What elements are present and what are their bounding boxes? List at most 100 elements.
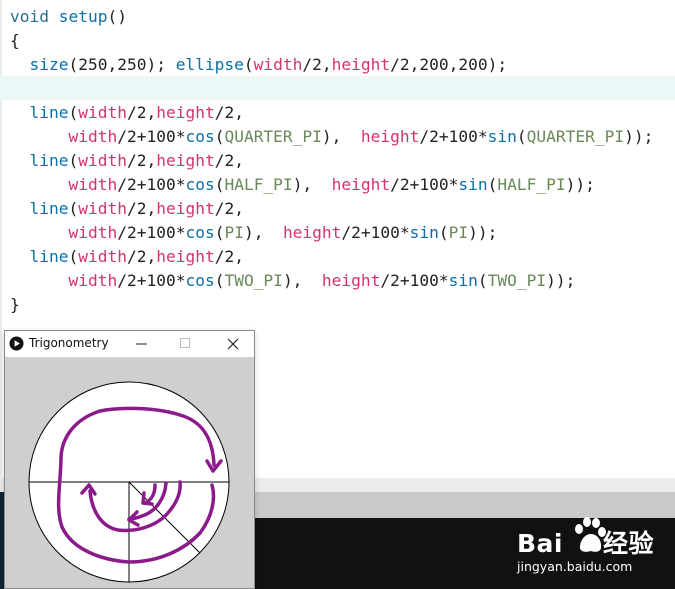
code-line[interactable]: width/2+100*cos(TWO_PI), height/2+100*si…: [10, 269, 653, 293]
maximize-button[interactable]: [168, 333, 202, 354]
code-token: ));: [546, 271, 576, 290]
code-token: ),: [292, 175, 332, 194]
code-line[interactable]: line(width/2,height/2,: [10, 101, 653, 125]
code-token: /2,: [126, 103, 157, 122]
code-token: /2,: [302, 55, 332, 74]
code-line[interactable]: line(width/2,height/2,: [10, 149, 653, 173]
code-line[interactable]: line(width/2,height/2,: [10, 245, 653, 269]
code-token: (: [214, 127, 225, 146]
window-title: Trigonometry: [29, 336, 109, 350]
code-token: /2+100*: [117, 223, 186, 242]
code-token: /2,: [214, 199, 244, 218]
code-token: setup: [58, 7, 108, 26]
code-token: ));: [565, 175, 595, 194]
code-token: (: [516, 127, 527, 146]
code-line[interactable]: }: [10, 293, 653, 317]
code-token: HALF_PI: [497, 175, 566, 194]
code-token: (: [214, 175, 225, 194]
code-token: ),: [243, 223, 283, 242]
code-token: {: [10, 31, 20, 50]
code-line[interactable]: width/2+100*cos(HALF_PI), height/2+100*s…: [10, 173, 653, 197]
code-token: width: [68, 175, 118, 194]
code-token: /2+100*: [341, 223, 410, 242]
code-token: /2,200,200);: [390, 55, 508, 74]
code-token: width: [78, 103, 127, 122]
code-token: QUARTER_PI: [224, 127, 322, 146]
code-line[interactable]: size(250,250); ellipse(width/2,height/2,…: [10, 53, 653, 77]
code-token: (: [68, 247, 79, 266]
code-token: width: [68, 271, 118, 290]
code-token: /2+100*: [117, 127, 186, 146]
code-token: ellipse: [175, 55, 244, 74]
minimize-button[interactable]: [125, 333, 159, 354]
code-token: /2,: [214, 151, 244, 170]
code-token: (250,250);: [68, 55, 176, 74]
baidu-jingyan-watermark: Bai 经验 jingyan.baidu.com: [515, 513, 675, 585]
code-token: sin: [448, 271, 478, 290]
code-token: height: [321, 271, 381, 290]
code-line[interactable]: width/2+100*cos(QUARTER_PI), height/2+10…: [10, 125, 653, 149]
code-token: /2+100*: [419, 127, 488, 146]
close-icon: [227, 338, 239, 350]
code-token: (: [487, 175, 498, 194]
code-token: (: [68, 199, 79, 218]
close-button[interactable]: [213, 333, 247, 354]
code-token: PI: [224, 223, 244, 242]
code-token: (: [477, 271, 488, 290]
code-token: cos: [185, 223, 215, 242]
code-token: /2,: [214, 247, 244, 266]
code-token: TWO_PI: [224, 271, 283, 290]
code-token: ),: [321, 127, 361, 146]
code-token: cos: [185, 127, 215, 146]
window-titlebar[interactable]: Trigonometry: [5, 331, 254, 356]
code-token: /2,: [126, 247, 157, 266]
code-token: width: [78, 151, 127, 170]
code-token: width: [78, 247, 127, 266]
code-token: void: [10, 7, 59, 26]
code-token: (: [438, 223, 449, 242]
code-token: width: [68, 223, 118, 242]
code-token: ));: [468, 223, 498, 242]
code-token: (: [68, 151, 79, 170]
code-token: ),: [282, 271, 322, 290]
sketch-drawing: [28, 381, 230, 583]
code-token: height: [156, 199, 215, 218]
code-text[interactable]: void setup(){ size(250,250); ellipse(wid…: [10, 5, 653, 317]
code-token: (): [107, 7, 127, 26]
code-line[interactable]: [10, 77, 653, 101]
code-token: size: [29, 55, 69, 74]
code-line[interactable]: {: [10, 29, 653, 53]
code-token: /2+100*: [117, 271, 186, 290]
code-token: line: [29, 151, 69, 170]
code-token: /2,: [126, 199, 157, 218]
sketch-canvas[interactable]: [5, 357, 254, 588]
code-token: line: [29, 247, 69, 266]
maximize-icon: [180, 338, 190, 348]
code-token: (: [243, 55, 254, 74]
code-token: /2+100*: [390, 175, 459, 194]
code-line[interactable]: line(width/2,height/2,: [10, 197, 653, 221]
code-token: line: [29, 103, 69, 122]
sketch-window[interactable]: Trigonometry: [4, 330, 255, 589]
watermark-brand: Bai 经验: [517, 524, 654, 560]
code-line[interactable]: width/2+100*cos(PI), height/2+100*sin(PI…: [10, 221, 653, 245]
editor-gutter: [0, 0, 2, 478]
code-token: sin: [409, 223, 439, 242]
code-token: cos: [185, 175, 215, 194]
watermark-brand-left: Bai: [517, 529, 563, 558]
code-token: ));: [624, 127, 654, 146]
code-token: (: [68, 103, 79, 122]
code-token: height: [156, 103, 215, 122]
code-token: sin: [487, 127, 517, 146]
code-line[interactable]: void setup(): [10, 5, 653, 29]
code-token: /2+100*: [117, 175, 186, 194]
code-token: /2,: [214, 103, 244, 122]
